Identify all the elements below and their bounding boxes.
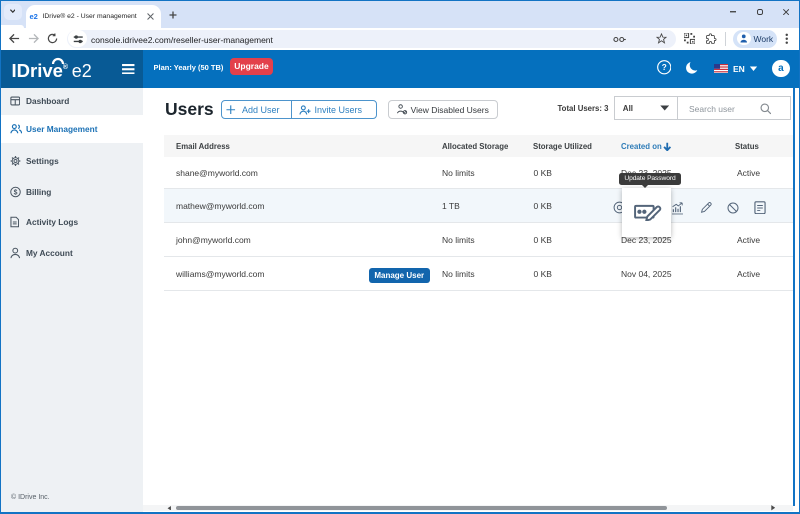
svg-text:?: ? — [661, 63, 666, 72]
svg-text:$: $ — [13, 189, 17, 196]
